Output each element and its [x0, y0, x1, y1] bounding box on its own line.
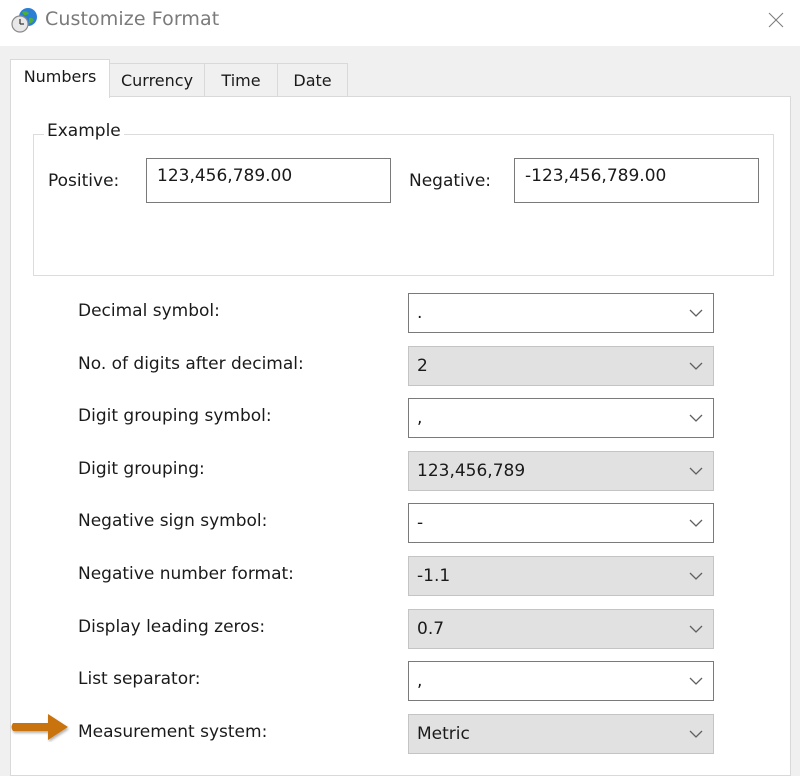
- list-separator-label: List separator:: [78, 669, 201, 689]
- arrow-right-icon: [11, 714, 68, 740]
- tab-label: Numbers: [23, 67, 97, 86]
- negative-number-format-label: Negative number format:: [78, 564, 294, 584]
- display-leading-zeros-label: Display leading zeros:: [78, 617, 266, 637]
- negative-number-format-combobox[interactable]: -1.1: [408, 556, 714, 596]
- no-of-digits-after-decimal-value: 2: [417, 356, 428, 376]
- globe-clock-icon: [11, 8, 37, 33]
- list-separator-value[interactable]: ,: [417, 671, 679, 691]
- window-title: Customize Format: [45, 8, 220, 30]
- tab-numbers[interactable]: Numbers: [10, 59, 110, 98]
- list-separator-combobox[interactable]: ,: [408, 661, 714, 701]
- chevron-down-icon[interactable]: [679, 715, 713, 753]
- display-leading-zeros-combobox[interactable]: 0.7: [408, 609, 714, 649]
- chevron-down-icon[interactable]: [679, 557, 713, 595]
- example-group: Example Positive: 123,456,789.00 Negativ…: [33, 121, 774, 276]
- tab-label: Currency: [120, 71, 194, 90]
- positive-label: Positive:: [48, 171, 120, 191]
- chevron-down-icon[interactable]: [679, 294, 713, 332]
- negative-number-format-value: -1.1: [417, 566, 451, 586]
- negative-label: Negative:: [409, 171, 492, 191]
- example-legend: Example: [44, 121, 124, 141]
- tab-label: Date: [293, 71, 332, 90]
- measurement-system-value: Metric: [417, 724, 470, 744]
- digit-grouping-symbol-value[interactable]: ,: [417, 408, 679, 428]
- negative-sign-symbol-combobox[interactable]: -: [408, 503, 714, 543]
- chevron-down-icon[interactable]: [679, 504, 713, 542]
- tab-time[interactable]: Time: [204, 63, 278, 97]
- digit-grouping-symbol-combobox[interactable]: ,: [408, 398, 714, 438]
- chevron-down-icon[interactable]: [679, 662, 713, 700]
- positive-example-field: 123,456,789.00: [146, 158, 391, 203]
- no-of-digits-after-decimal-combobox[interactable]: 2: [408, 346, 714, 386]
- tab-label: Time: [221, 71, 261, 90]
- chevron-down-icon[interactable]: [679, 610, 713, 648]
- digit-grouping-symbol-label: Digit grouping symbol:: [78, 406, 272, 426]
- chevron-down-icon[interactable]: [679, 452, 713, 490]
- negative-example-value: -123,456,789.00: [525, 166, 667, 186]
- negative-sign-symbol-value[interactable]: -: [417, 513, 679, 533]
- title-bar: Customize Format: [0, 0, 800, 46]
- measurement-system-combobox[interactable]: Metric: [408, 714, 714, 754]
- chevron-down-icon[interactable]: [679, 347, 713, 385]
- decimal-symbol-combobox[interactable]: .: [408, 293, 714, 333]
- negative-sign-symbol-label: Negative sign symbol:: [78, 511, 268, 531]
- display-leading-zeros-value: 0.7: [417, 619, 445, 639]
- measurement-system-label: Measurement system:: [78, 722, 268, 742]
- no-of-digits-after-decimal-label: No. of digits after decimal:: [78, 354, 304, 374]
- digit-grouping-value: 123,456,789: [417, 461, 526, 481]
- digit-grouping-combobox[interactable]: 123,456,789: [408, 451, 714, 491]
- tab-currency[interactable]: Currency: [109, 63, 205, 97]
- tab-date[interactable]: Date: [277, 63, 348, 97]
- close-button[interactable]: [752, 0, 800, 40]
- numbers-tab-panel: Example Positive: 123,456,789.00 Negativ…: [10, 96, 791, 776]
- close-icon: [768, 12, 784, 28]
- digit-grouping-label: Digit grouping:: [78, 459, 205, 479]
- decimal-symbol-label: Decimal symbol:: [78, 301, 220, 321]
- decimal-symbol-value[interactable]: .: [417, 303, 679, 323]
- positive-example-value: 123,456,789.00: [157, 166, 293, 186]
- chevron-down-icon[interactable]: [679, 399, 713, 437]
- negative-example-field: -123,456,789.00: [514, 158, 759, 203]
